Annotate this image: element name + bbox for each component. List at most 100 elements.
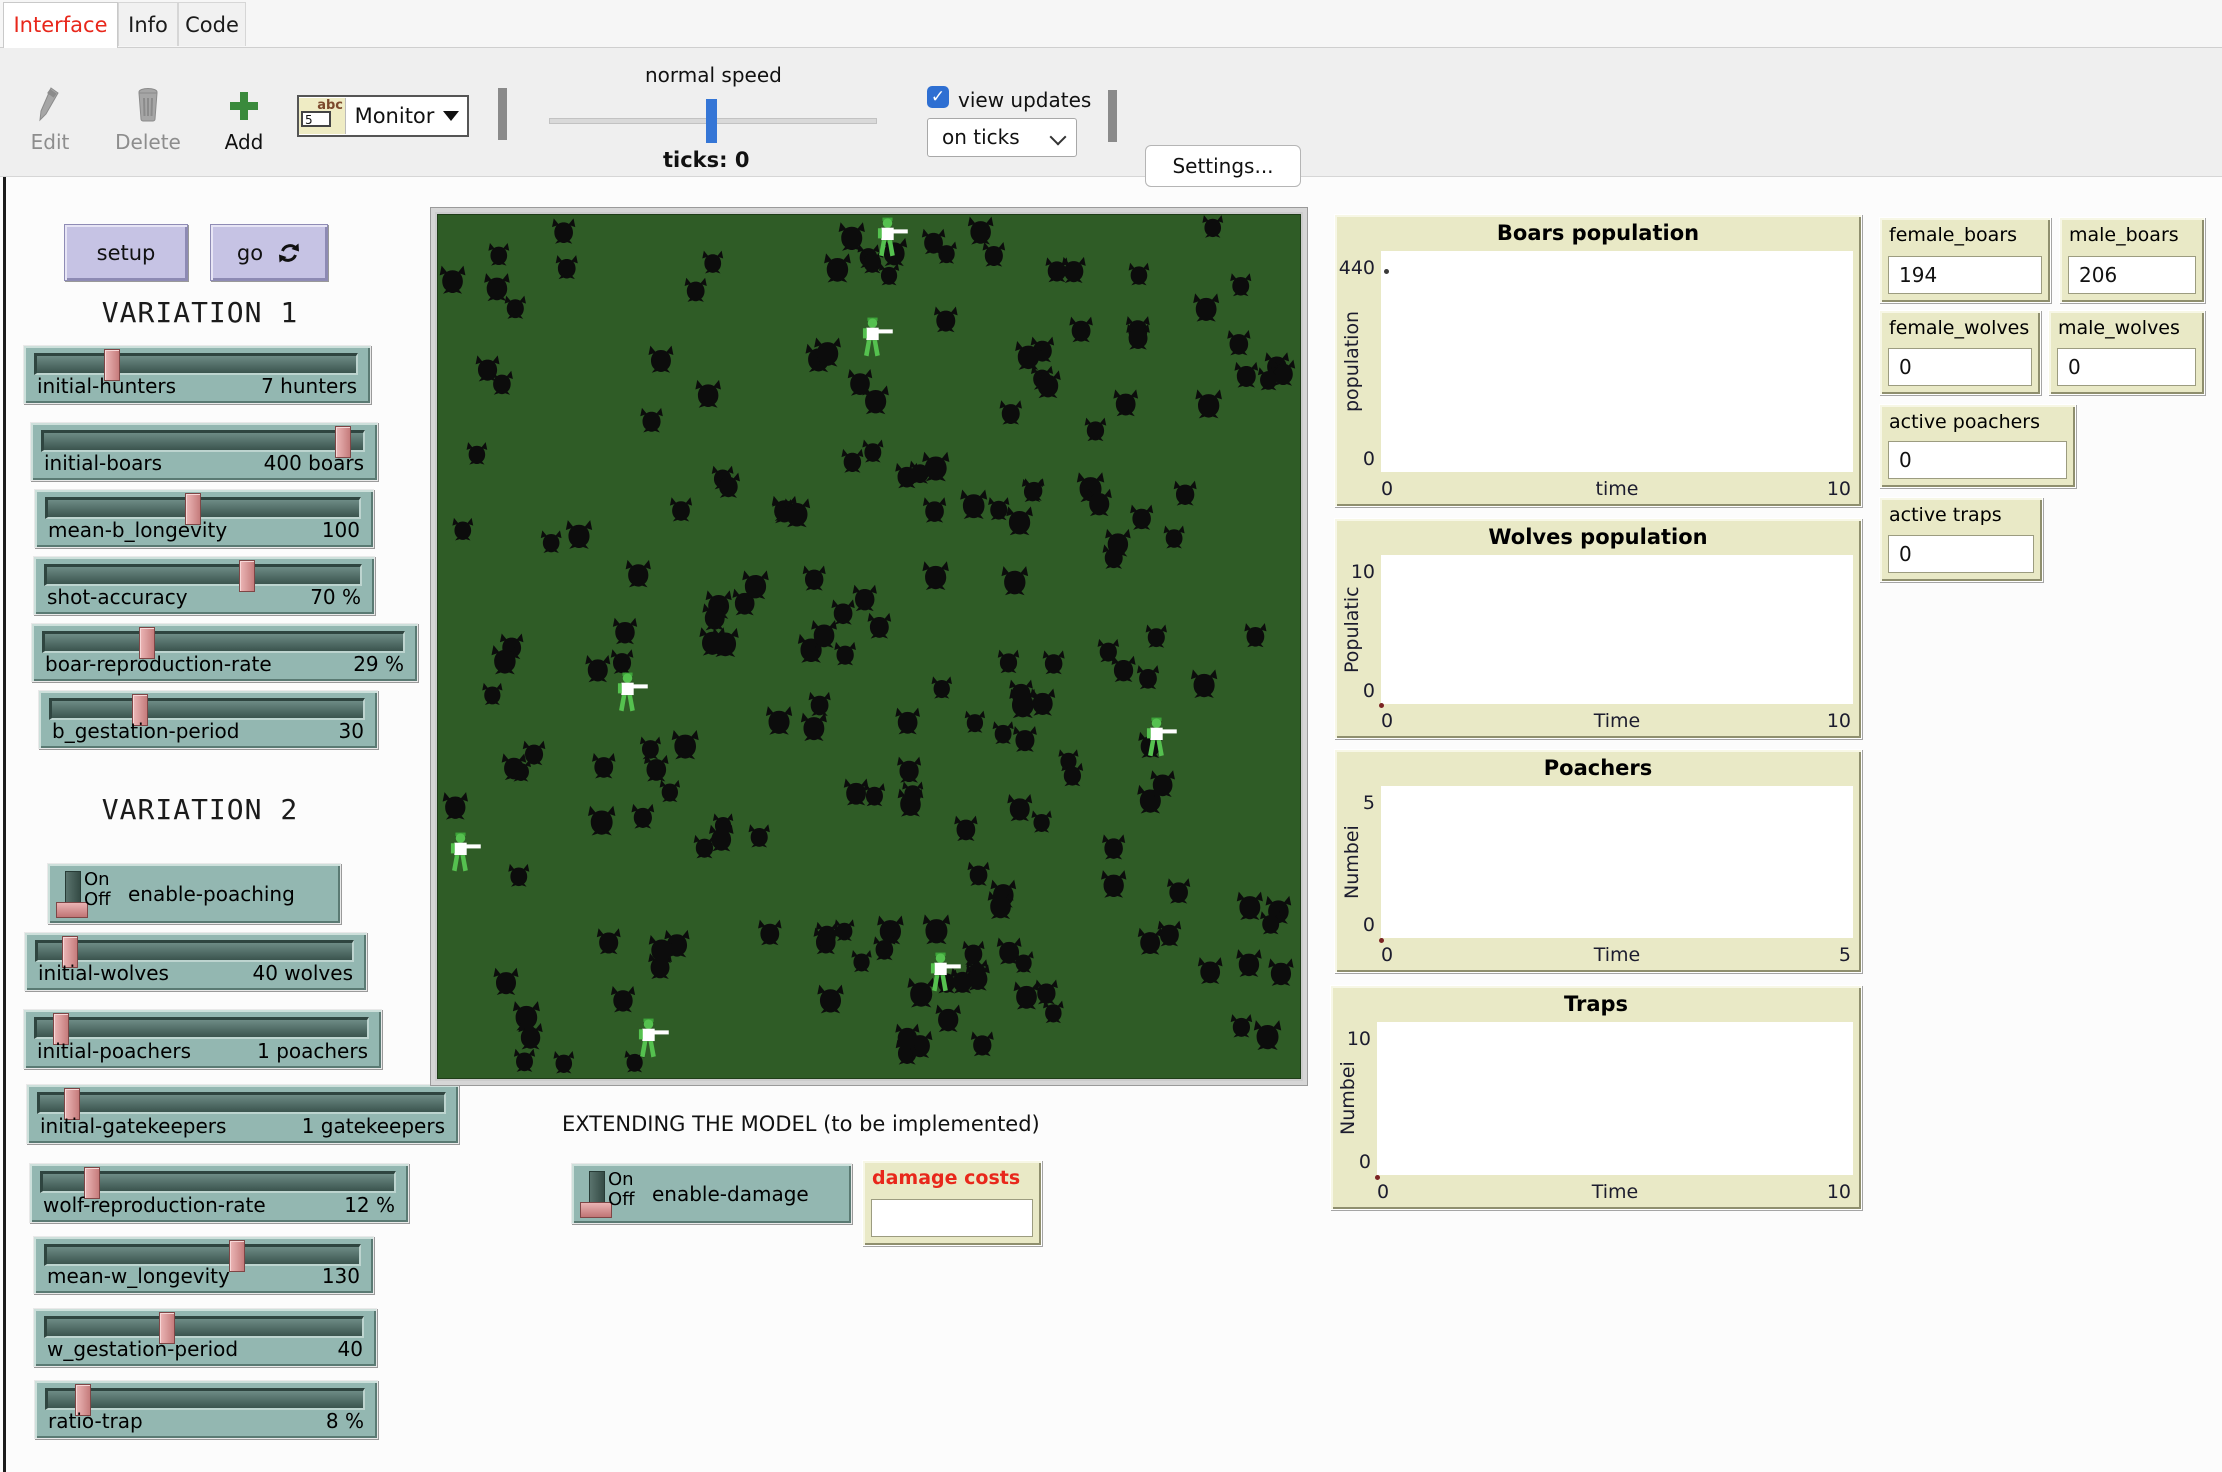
enable-poaching-switch[interactable]: On Off enable-poaching <box>47 863 341 924</box>
boar-agent <box>824 253 851 282</box>
slider-groove[interactable] <box>45 1388 365 1410</box>
slider-groove[interactable] <box>49 698 365 720</box>
slider-groove[interactable] <box>41 430 365 452</box>
x-axis-label: time <box>1381 478 1853 500</box>
boar-agent <box>1043 650 1065 674</box>
slider-groove[interactable] <box>34 353 358 375</box>
slider-groove[interactable] <box>45 497 361 519</box>
boar-agent <box>922 561 948 590</box>
boar-agent <box>513 1001 540 1030</box>
boar-agent <box>853 585 877 611</box>
monitor-value: 194 <box>1888 256 2042 294</box>
monitor-label: damage costs <box>872 1167 1020 1189</box>
boar-agent <box>844 779 869 806</box>
monitor-active-traps: active traps0 <box>1879 497 2043 582</box>
slider-b_gestation-period[interactable]: b_gestation-period30 <box>38 690 378 749</box>
slider-groove[interactable] <box>44 1244 361 1266</box>
edit-button[interactable]: Edit <box>10 80 90 154</box>
slider-wolf-reproduction-rate[interactable]: wolf-reproduction-rate12 % <box>29 1163 409 1223</box>
boar-agent <box>960 490 987 519</box>
boar-agent <box>862 440 883 463</box>
boar-agent <box>968 862 990 886</box>
setup-button[interactable]: setup <box>64 224 188 281</box>
boar-agent <box>592 753 615 779</box>
boar-agent <box>1174 481 1197 506</box>
monitor-value <box>871 1199 1033 1237</box>
boar-agent <box>685 278 707 302</box>
slider-groove[interactable] <box>42 631 405 653</box>
boar-agent <box>702 251 723 274</box>
boar-agent <box>1045 257 1068 282</box>
slider-groove[interactable] <box>44 1316 364 1338</box>
boar-agent <box>1001 566 1028 595</box>
window-edge-line <box>3 177 6 1472</box>
boar-agent <box>1231 1014 1253 1037</box>
chevron-down-icon <box>443 111 459 121</box>
boar-agent <box>971 1031 994 1056</box>
hunter-agent <box>618 673 648 712</box>
slider-groove[interactable] <box>35 940 354 962</box>
widget-chooser[interactable]: abc 5 Monitor <box>297 95 469 137</box>
ticks-counter: ticks: 0 <box>663 148 749 172</box>
boar-agent <box>879 263 899 285</box>
settings-button[interactable]: Settings... <box>1145 145 1301 187</box>
slider-mean-b_longevity[interactable]: mean-b_longevity100 <box>34 489 374 548</box>
slider-boar-reproduction-rate[interactable]: boar-reproduction-rate29 % <box>31 623 418 682</box>
boar-agent <box>1191 669 1217 698</box>
boar-agent <box>644 755 669 782</box>
slider-label: b_gestation-period <box>52 719 239 743</box>
boar-agent <box>1113 389 1138 416</box>
switch-off-label: Off <box>84 889 111 910</box>
hunter-agent <box>1147 718 1177 757</box>
slider-shot-accuracy[interactable]: shot-accuracy70 % <box>33 556 375 615</box>
monitor-value: 0 <box>1888 441 2067 479</box>
slider-mean-w_longevity[interactable]: mean-w_longevity130 <box>33 1236 374 1294</box>
agents-canvas <box>437 214 1301 1079</box>
slider-label: ratio-trap <box>48 1409 143 1433</box>
slider-groove[interactable] <box>44 564 362 586</box>
setup-button-label: setup <box>97 241 156 265</box>
boar-agent <box>1014 981 1040 1009</box>
boar-agent <box>988 497 1009 520</box>
boar-agent <box>443 792 468 820</box>
boar-agent <box>566 520 592 549</box>
slider-initial-hunters[interactable]: initial-hunters7 hunters <box>23 345 371 404</box>
slider-initial-poachers[interactable]: initial-poachers1 poachers <box>23 1009 382 1069</box>
slider-label: mean-b_longevity <box>48 518 227 542</box>
slider-w_gestation-period[interactable]: w_gestation-period40 <box>33 1308 377 1367</box>
slider-ratio-trap[interactable]: ratio-trap8 % <box>34 1380 378 1439</box>
slider-initial-boars[interactable]: initial-boars400 boars <box>30 422 378 481</box>
world-view[interactable] <box>437 214 1301 1079</box>
boar-agent <box>968 217 994 245</box>
go-button[interactable]: go <box>210 224 328 281</box>
add-button[interactable]: Add <box>204 80 284 154</box>
slider-groove[interactable] <box>34 1017 369 1039</box>
monitor-widget-icon: abc 5 <box>299 98 346 134</box>
slider-groove[interactable] <box>37 1092 446 1114</box>
slider-initial-gatekeepers[interactable]: initial-gatekeepers1 gatekeepers <box>26 1084 459 1144</box>
boar-agent <box>1069 317 1093 343</box>
slider-initial-wolves[interactable]: initial-wolves40 wolves <box>24 932 367 991</box>
boar-agent <box>936 1004 961 1032</box>
monitor-value: 0 <box>2057 348 2196 386</box>
boar-agent <box>1234 362 1258 388</box>
monitor-label: male_wolves <box>2058 317 2180 339</box>
delete-button[interactable]: Delete <box>108 80 188 154</box>
enable-damage-switch[interactable]: On Off enable-damage <box>571 1163 852 1224</box>
forever-icon <box>277 242 301 264</box>
tab-info[interactable]: Info <box>118 2 178 46</box>
boar-agent <box>440 266 466 294</box>
boar-agent <box>523 741 546 766</box>
speed-slider-handle[interactable] <box>706 99 717 143</box>
tab-interface[interactable]: Interface <box>3 2 118 48</box>
boar-agent <box>484 273 510 301</box>
boar-agent <box>895 708 920 735</box>
monitor-active-poachers: active poachers0 <box>1879 404 2076 488</box>
boar-agent <box>784 498 811 527</box>
view-updates-checkbox[interactable]: ✓ <box>927 86 949 108</box>
plus-icon <box>204 80 284 122</box>
tab-code[interactable]: Code <box>178 2 246 46</box>
tab-bar: Interface Info Code <box>0 0 2222 48</box>
update-mode-dropdown[interactable]: on ticks <box>927 118 1077 157</box>
boar-agent <box>640 736 661 759</box>
